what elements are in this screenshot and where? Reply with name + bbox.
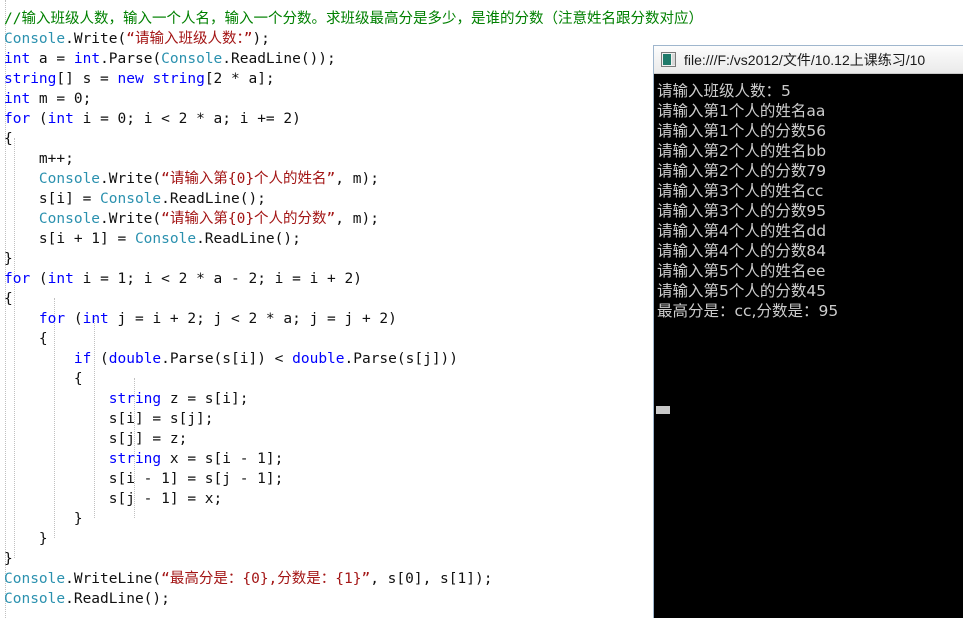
code-token-pln: s[j] = z; (4, 431, 188, 447)
code-token-kw: int (47, 111, 74, 127)
code-token-kw: int (4, 51, 31, 67)
code-token-pln: } (4, 511, 83, 527)
code-token-pln: .Parse(s[i]) < (161, 351, 293, 367)
code-token-type: Console (100, 191, 162, 207)
code-token-pln: .Parse( (100, 51, 162, 67)
console-output-area[interactable]: 请输入班级人数：5 请输入第1个人的姓名aa 请输入第1个人的分数56 请输入第2个人… (654, 75, 963, 618)
console-title-text: file:///F:/vs2012/文件/10.12上课练习/10 (684, 51, 926, 68)
code-token-str: “请输入第{0}个人的姓名” (161, 171, 336, 187)
code-token-type: Console (38, 211, 101, 227)
code-token-pln: .Write( (100, 171, 162, 187)
code-token-pln: ( (30, 111, 48, 127)
code-token-pln: s[i] = (4, 191, 101, 207)
code-token-pln: z = s[i]; (161, 391, 249, 407)
console-output-line: 请输入第3个人的姓名cc (657, 182, 824, 200)
console-output-line: 请输入第4个人的分数84 (657, 242, 827, 260)
code-token-pln: .ReadLine()); (222, 51, 336, 67)
code-token-pln: , m); (335, 211, 379, 227)
code-token-kw: int (47, 271, 74, 287)
code-token-pln: .ReadLine(); (196, 231, 301, 247)
code-token-kw: string (152, 71, 205, 87)
code-token-pln (4, 171, 39, 187)
code-token-kw: if (73, 351, 92, 367)
code-token-pln: s[j - 1] = x; (4, 491, 223, 507)
code-token-pln: { (4, 331, 48, 347)
console-output-line: 请输入第2个人的分数79 (657, 162, 827, 180)
code-token-kw: for (38, 311, 66, 327)
code-token-pln (4, 451, 109, 467)
console-output-line: 请输入第4个人的姓名dd (657, 222, 827, 240)
code-token-kw: new (117, 71, 144, 87)
code-token-kw: string (4, 71, 57, 87)
code-token-type: Console (4, 31, 66, 47)
code-token-pln: .Write( (65, 31, 127, 47)
console-output-lines: 请输入班级人数：5 请输入第1个人的姓名aa 请输入第1个人的分数56 请输入第2个人… (656, 81, 963, 321)
code-token-pln (4, 311, 39, 327)
console-output-window[interactable]: file:///F:/vs2012/文件/10.12上课练习/10 请输入班级人… (653, 45, 963, 618)
code-token-pln: .WriteLine( (65, 571, 162, 587)
code-token-kw: int (4, 91, 31, 107)
code-token-pln: , m); (335, 171, 379, 187)
code-token-pln: { (4, 131, 13, 147)
code-token-type: Console (4, 591, 66, 607)
code-token-kw: string (108, 391, 162, 407)
code-token-pln: i = 0; i < 2 * a; i += 2) (73, 111, 301, 127)
code-token-pln: { (4, 291, 13, 307)
console-output-line: 请输入第3个人的分数95 (657, 202, 827, 220)
code-token-kw: int (73, 51, 101, 67)
console-output-line: 请输入第5个人的姓名ee (657, 262, 826, 280)
code-token-pln: i = 1; i < 2 * a - 2; i = i + 2) (73, 271, 362, 287)
console-block-cursor (656, 406, 670, 414)
code-token-str: “请输入班级人数：” (126, 31, 253, 47)
code-token-kw: for (4, 271, 31, 287)
code-token-cmt: //输入班级人数，输入一个人名，输入一个分数。求班级最高分是多少，是谁的分数（注… (4, 11, 703, 27)
console-title-bar[interactable]: file:///F:/vs2012/文件/10.12上课练习/10 (654, 46, 963, 74)
code-token-pln: } (4, 251, 13, 267)
code-token-pln: s[i + 1] = (4, 231, 135, 247)
code-token-pln (4, 351, 74, 367)
code-token-pln: ); (252, 31, 270, 47)
code-token-pln: x = s[i - 1]; (161, 451, 284, 467)
code-token-pln: } (4, 531, 48, 547)
code-token-type: Console (4, 571, 66, 587)
code-token-pln: a = (30, 51, 74, 67)
code-token-pln: ( (65, 311, 83, 327)
code-token-pln: m = 0; (30, 91, 92, 107)
code-token-str: “请输入第{0}个人的分数” (161, 211, 336, 227)
code-token-pln: [2 * a]; (204, 71, 275, 87)
code-token-pln: j = i + 2; j < 2 * a; j = j + 2) (108, 311, 397, 327)
code-token-pln: } (4, 551, 13, 567)
code-token-pln: m++; (4, 151, 74, 167)
code-token-pln: .Write( (100, 211, 162, 227)
code-token-pln: .ReadLine(); (65, 591, 170, 607)
code-token-pln: ( (91, 351, 109, 367)
code-token-pln (4, 211, 39, 227)
code-token-pln: .ReadLine(); (161, 191, 266, 207)
code-token-type: Console (134, 231, 197, 247)
code-token-pln: [] s = (56, 71, 118, 87)
console-output-line: 请输入第2个人的姓名bb (657, 142, 827, 160)
code-token-kw: int (82, 311, 109, 327)
code-token-pln: { (4, 371, 83, 387)
console-output-line: 请输入第5个人的分数45 (657, 282, 827, 300)
console-output-line: 最高分是：cc,分数是：95 (657, 302, 839, 320)
console-app-icon (661, 52, 676, 67)
code-token-pln: , s[0], s[1]); (370, 571, 493, 587)
code-token-pln: s[i] = s[j]; (4, 411, 214, 427)
code-token-kw: string (108, 451, 162, 467)
code-token-kw: double (292, 351, 345, 367)
code-token-type: Console (161, 51, 223, 67)
console-output-line: 请输入第1个人的姓名aa (657, 102, 826, 120)
console-output-line: 请输入班级人数：5 (657, 82, 791, 100)
console-output-line: 请输入第1个人的分数56 (657, 122, 827, 140)
code-token-kw: for (4, 111, 31, 127)
code-token-str: “最高分是：{0},分数是：{1}” (161, 571, 371, 587)
code-token-type: Console (38, 171, 101, 187)
code-token-pln: ( (30, 271, 48, 287)
code-token-kw: double (108, 351, 162, 367)
code-token-pln (4, 391, 109, 407)
code-line[interactable]: //输入班级人数，输入一个人名，输入一个分数。求班级最高分是多少，是谁的分数（注… (4, 9, 963, 29)
code-token-pln: .Parse(s[j])) (344, 351, 459, 367)
code-token-pln: s[i - 1] = s[j - 1]; (4, 471, 284, 487)
